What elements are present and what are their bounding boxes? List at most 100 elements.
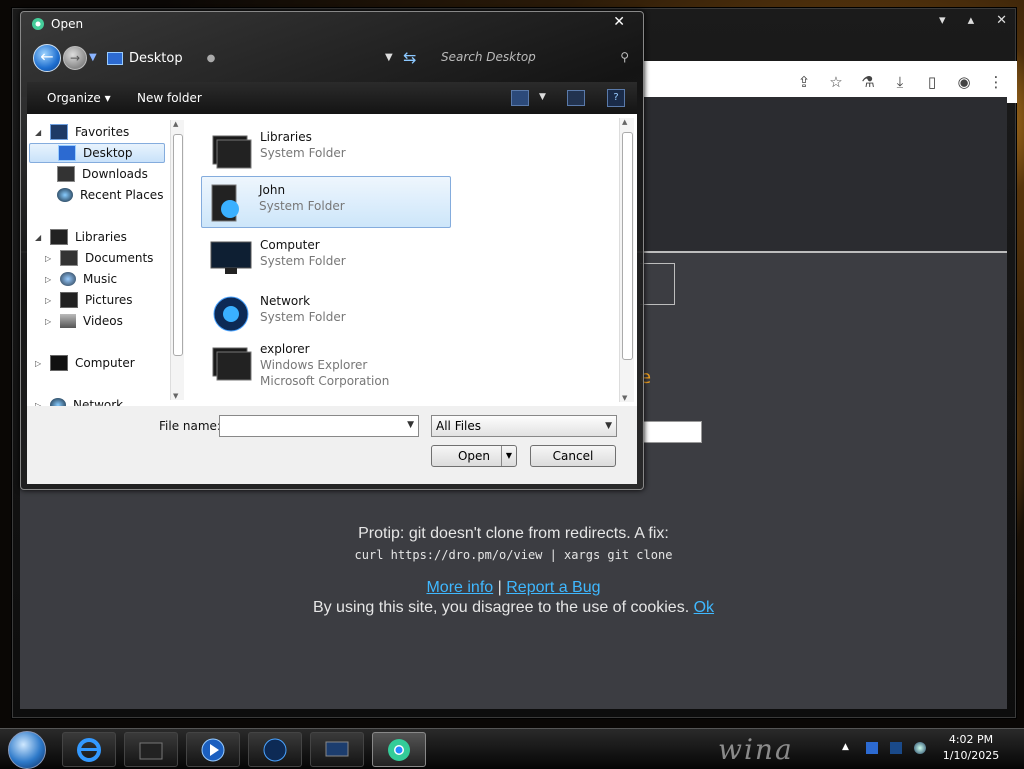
navigation-scrollbar[interactable]: ▲ ▼ xyxy=(170,120,184,400)
cookie-notice: By using this site, you disagree to the … xyxy=(20,599,1007,617)
back-arrow-icon[interactable]: ← xyxy=(33,44,61,72)
file-type-dropdown-icon[interactable]: ▼ xyxy=(605,421,612,431)
file-type: System Folder xyxy=(260,254,346,268)
system-clock[interactable]: 4:02 PM 1/10/2025 xyxy=(940,732,1002,764)
taskbar-libraries-button[interactable] xyxy=(124,732,178,767)
file-item-network[interactable]: Network System Folder xyxy=(203,288,451,338)
scroll-up-icon[interactable]: ▲ xyxy=(622,118,627,126)
scrollbar-thumb[interactable] xyxy=(173,134,183,356)
view-dropdown-icon[interactable]: ▼ xyxy=(539,92,546,102)
download-icon[interactable]: ⤓ xyxy=(891,73,909,91)
folder-icon xyxy=(139,742,163,759)
help-icon[interactable]: ? xyxy=(607,89,625,107)
tree-label: Network xyxy=(73,398,124,406)
tree-libraries[interactable]: ◢ Libraries xyxy=(35,227,127,247)
file-item-john[interactable]: John System Folder xyxy=(201,176,451,228)
tree-computer[interactable]: ▷ Computer xyxy=(35,353,135,373)
file-item-explorer[interactable]: explorer Windows Explorer Microsoft Corp… xyxy=(203,336,451,396)
close-icon[interactable]: ✕ xyxy=(996,13,1007,28)
menu-dots-icon[interactable]: ⋮ xyxy=(987,73,1005,91)
new-folder-button[interactable]: New folder xyxy=(137,91,202,105)
expand-icon[interactable]: ▷ xyxy=(35,359,43,368)
expand-icon[interactable]: ▷ xyxy=(45,317,53,326)
tree-documents[interactable]: ▷ Documents xyxy=(45,248,153,268)
file-name-input[interactable]: ▼ xyxy=(219,415,419,437)
profile-icon[interactable]: ◉ xyxy=(955,73,973,91)
downloads-icon xyxy=(57,166,75,182)
cookie-text: By using this site, you disagree to the … xyxy=(312,599,690,616)
tree-network[interactable]: ▷ Network xyxy=(35,395,123,406)
open-button[interactable]: Open ▼ xyxy=(431,445,517,467)
restore-icon[interactable]: ▴ xyxy=(968,13,975,28)
address-bar[interactable]: Desktop ● xyxy=(107,48,413,68)
scrollbar-thumb[interactable] xyxy=(622,132,633,360)
tree-favorites[interactable]: ◢ Favorites xyxy=(35,122,129,142)
dialog-close-icon[interactable]: ✕ xyxy=(613,14,625,30)
taskbar-ie-button[interactable] xyxy=(62,732,116,767)
more-info-link[interactable]: More info xyxy=(426,579,493,596)
history-dropdown-icon[interactable]: ▼ xyxy=(89,52,97,63)
search-icon[interactable]: ⚲ xyxy=(620,50,629,64)
media-player-icon xyxy=(201,738,225,761)
expand-icon[interactable]: ▷ xyxy=(45,254,53,263)
forward-arrow-icon[interactable]: → xyxy=(63,46,87,70)
expand-icon[interactable]: ▷ xyxy=(45,275,53,284)
file-type-select[interactable]: All Files ▼ xyxy=(431,415,617,437)
bookmark-star-icon[interactable]: ☆ xyxy=(827,73,845,91)
taskbar-chrome-button[interactable] xyxy=(372,732,426,767)
scroll-down-icon[interactable]: ▼ xyxy=(622,394,627,402)
page-input-box[interactable] xyxy=(640,263,675,305)
network-icon xyxy=(213,296,249,332)
network-tray-icon[interactable] xyxy=(890,742,902,754)
report-bug-link[interactable]: Report a Bug xyxy=(506,579,600,596)
start-button[interactable] xyxy=(8,731,46,769)
file-name-label: File name: xyxy=(159,419,221,433)
explorer-icon xyxy=(212,347,252,381)
tree-desktop[interactable]: Desktop xyxy=(29,143,165,163)
preview-pane-icon[interactable] xyxy=(567,90,585,106)
taskbar-network-button[interactable] xyxy=(248,732,302,767)
recent-places-icon xyxy=(57,188,73,202)
minimize-icon[interactable]: ▾ xyxy=(939,13,946,28)
desktop-icon xyxy=(107,51,123,65)
tree-videos[interactable]: ▷ Videos xyxy=(45,311,123,331)
share-icon[interactable]: ⇪ xyxy=(795,73,813,91)
taskbar-computer-button[interactable] xyxy=(310,732,364,767)
globe-icon xyxy=(263,738,287,761)
open-split-dropdown-icon[interactable]: ▼ xyxy=(501,446,516,466)
action-center-icon[interactable] xyxy=(866,742,878,754)
file-type-value: All Files xyxy=(436,419,482,433)
show-hidden-icons-icon[interactable]: ▲ xyxy=(842,742,854,754)
volume-icon[interactable] xyxy=(914,742,926,754)
tree-music[interactable]: ▷ Music xyxy=(45,269,117,289)
browser-caption-buttons: ▾ ▴ ✕ xyxy=(939,13,1007,28)
cookie-ok-link[interactable]: Ok xyxy=(694,599,714,616)
expand-icon[interactable]: ▷ xyxy=(45,296,53,305)
scroll-down-icon[interactable]: ▼ xyxy=(173,392,178,400)
file-list-scrollbar[interactable]: ▲ ▼ xyxy=(619,118,634,402)
expand-icon[interactable]: ◢ xyxy=(35,128,43,137)
page-textarea[interactable] xyxy=(642,421,702,443)
cancel-button[interactable]: Cancel xyxy=(530,445,616,467)
file-item-libraries[interactable]: Libraries System Folder xyxy=(203,124,451,174)
file-item-computer[interactable]: Computer System Folder xyxy=(203,232,451,282)
refresh-icon[interactable]: ⇆ xyxy=(403,48,416,67)
desktop-icon xyxy=(58,145,76,161)
tree-recent-places[interactable]: Recent Places xyxy=(57,185,163,205)
address-dropdown-icon[interactable]: ▼ xyxy=(385,52,393,63)
monitor-icon xyxy=(325,741,349,756)
expand-icon[interactable]: ◢ xyxy=(35,233,43,242)
taskbar-media-player-button[interactable] xyxy=(186,732,240,767)
protip-command: curl https://dro.pm/o/view | xargs git c… xyxy=(354,548,673,562)
breadcrumb-separator-icon[interactable]: ● xyxy=(207,53,216,64)
search-box[interactable]: Search Desktop ⚲ xyxy=(437,46,633,68)
organize-button[interactable]: Organize ▾ xyxy=(47,91,111,105)
change-view-icon[interactable] xyxy=(511,90,529,106)
extensions-icon[interactable]: ⚗ xyxy=(859,73,877,91)
tree-downloads[interactable]: Downloads xyxy=(57,164,148,184)
scroll-up-icon[interactable]: ▲ xyxy=(173,120,178,128)
file-name-dropdown-icon[interactable]: ▼ xyxy=(407,420,414,430)
tree-pictures[interactable]: ▷ Pictures xyxy=(45,290,133,310)
side-panel-icon[interactable]: ▯ xyxy=(923,73,941,91)
open-button-label: Open xyxy=(457,449,491,463)
